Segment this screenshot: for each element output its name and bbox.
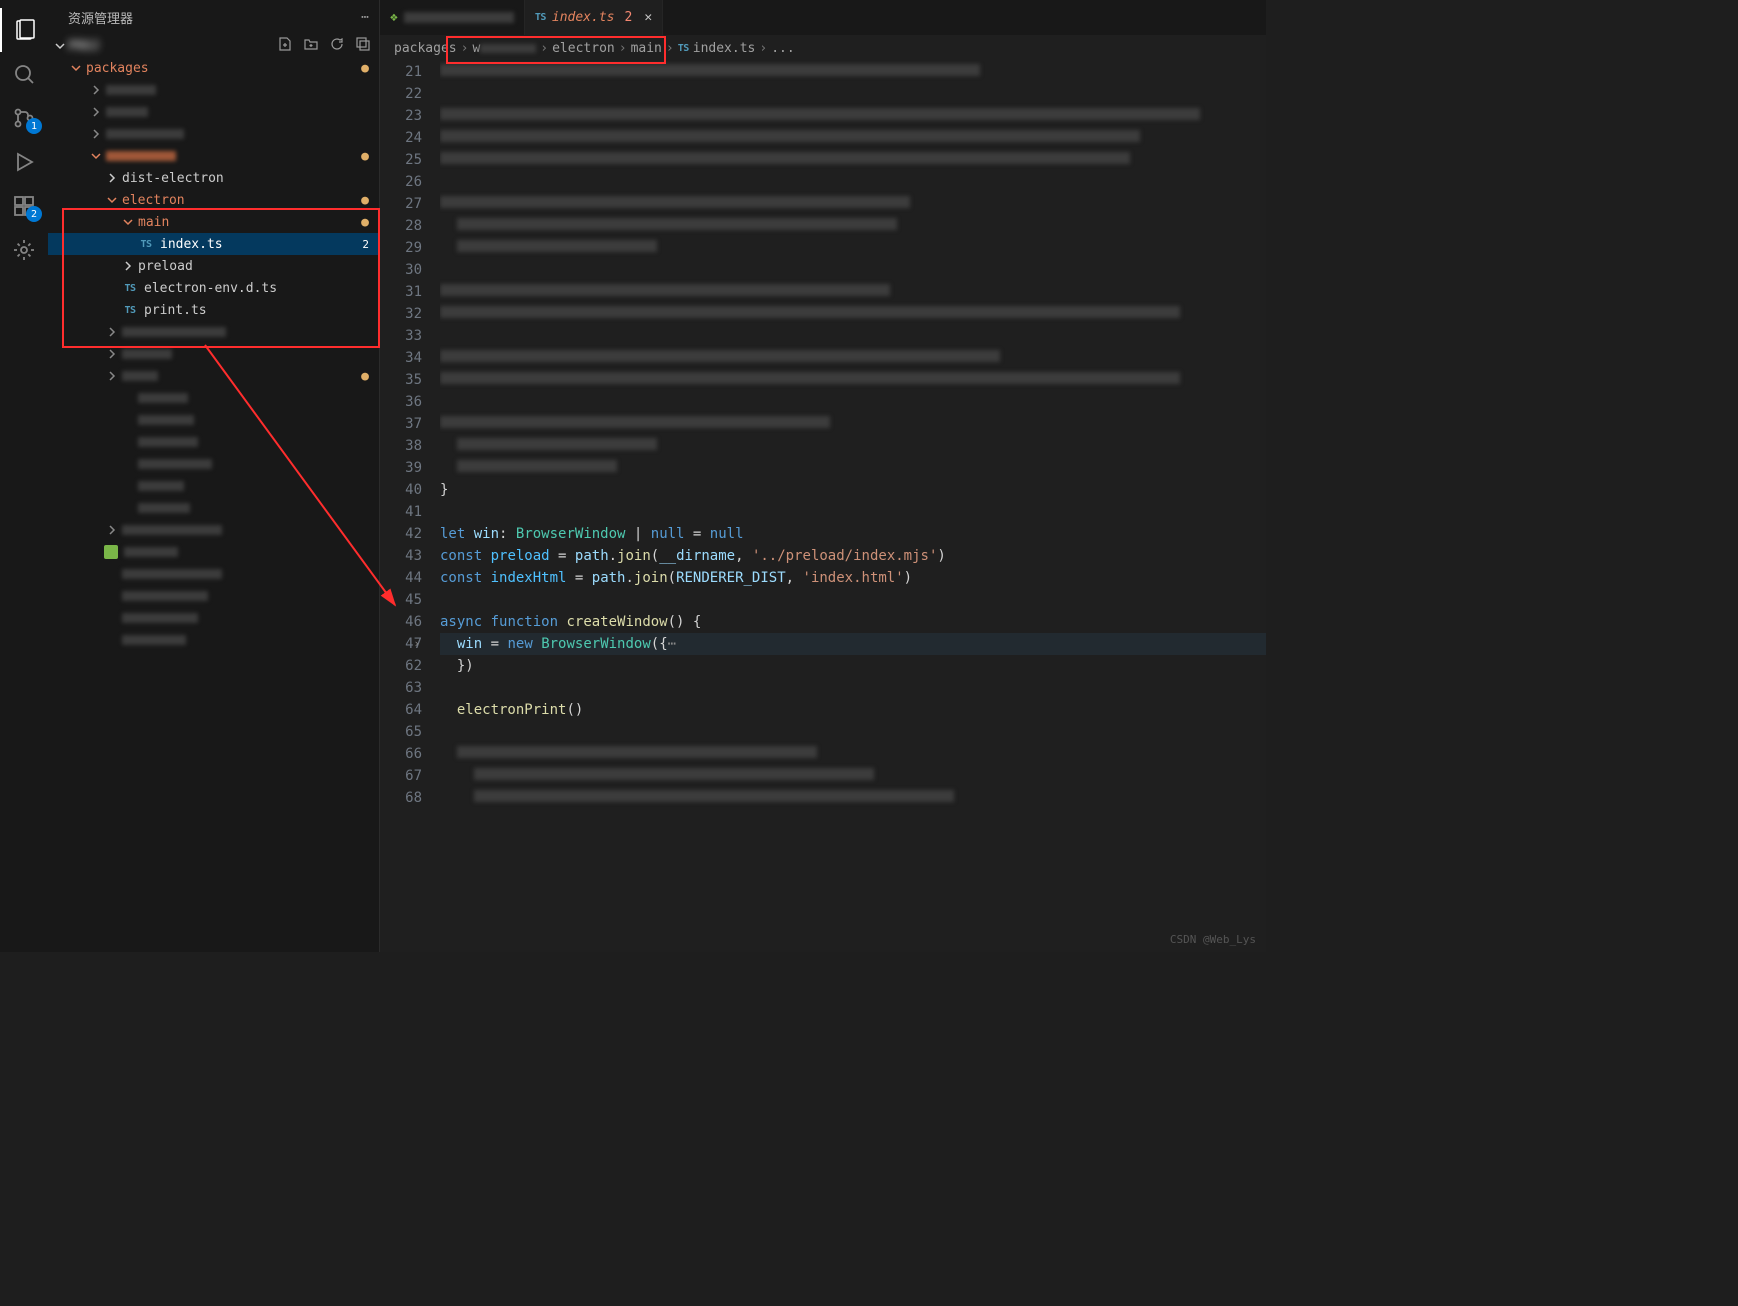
explorer-title: 资源管理器 <box>68 8 133 27</box>
tree-item-blur[interactable] <box>48 475 379 497</box>
modified-dot: ● <box>361 193 369 208</box>
folder-dist-electron[interactable]: dist-electron <box>48 167 379 189</box>
tree-item-blur[interactable] <box>48 607 379 629</box>
file-index-ts[interactable]: TS index.ts 2 <box>48 233 379 255</box>
tree-item-blur[interactable] <box>48 541 379 563</box>
chevron-right-icon: › <box>759 41 767 56</box>
chevron-down-icon <box>104 192 120 208</box>
chevron-down-icon <box>120 214 136 230</box>
modified-dot: ● <box>361 61 369 76</box>
explorer-icon[interactable] <box>0 8 48 52</box>
chevron-right-icon: › <box>540 41 548 56</box>
chevron-down-icon <box>52 38 68 54</box>
tree-item-blur[interactable] <box>48 629 379 651</box>
run-debug-icon[interactable] <box>0 140 48 184</box>
sidebar: 资源管理器 ⋯ PROJ packages ● ● <box>48 0 380 952</box>
file-electron-env[interactable]: TS electron-env.d.ts <box>48 277 379 299</box>
chevron-right-icon <box>120 258 136 274</box>
tree-item-blur[interactable] <box>48 79 379 101</box>
chevron-right-icon: › <box>666 41 674 56</box>
source-control-icon[interactable]: 1 <box>0 96 48 140</box>
typescript-icon: TS <box>138 236 154 252</box>
chevron-right-icon <box>104 170 120 186</box>
breadcrumb-item[interactable]: electron <box>552 41 615 56</box>
line-gutter: 2122232425 2627282930 3132333435 3637383… <box>380 61 440 952</box>
breadcrumb-item[interactable]: w <box>472 41 536 56</box>
breadcrumb-item[interactable]: packages <box>394 41 457 56</box>
problems-count: 2 <box>625 10 633 25</box>
breadcrumbs[interactable]: packages › w › electron › main › TS inde… <box>380 35 1266 61</box>
breadcrumb-item[interactable]: index.ts <box>693 41 756 56</box>
tree-item-blur[interactable] <box>48 563 379 585</box>
code-editor[interactable]: 2122232425 2627282930 3132333435 3637383… <box>380 61 1266 952</box>
chevron-right-icon: › <box>461 41 469 56</box>
typescript-icon: TS <box>122 302 138 318</box>
tree-item-blur[interactable] <box>48 387 379 409</box>
tree-item-blur[interactable] <box>48 321 379 343</box>
typescript-icon: TS <box>678 43 689 54</box>
extensions-icon[interactable]: 2 <box>0 184 48 228</box>
tree-item-blur[interactable] <box>48 431 379 453</box>
editor-tabs: ❖ TS index.ts 2 ✕ <box>380 0 1266 35</box>
fold-icon[interactable]: › <box>413 633 420 655</box>
breadcrumb-more[interactable]: ... <box>771 41 794 56</box>
tree-item-blur[interactable] <box>48 101 379 123</box>
folder-electron[interactable]: electron ● <box>48 189 379 211</box>
tree-item-blur[interactable] <box>48 123 379 145</box>
breadcrumb-item[interactable]: main <box>631 41 662 56</box>
new-file-icon[interactable] <box>277 36 293 56</box>
tree-item-blur[interactable]: ● <box>48 145 379 167</box>
extensions-badge: 2 <box>26 206 42 222</box>
chevron-down-icon <box>68 60 84 76</box>
tab-hidden[interactable]: ❖ <box>380 0 525 35</box>
refresh-icon[interactable] <box>329 36 345 56</box>
scm-badge: 1 <box>26 118 42 134</box>
tree-item-blur[interactable] <box>48 343 379 365</box>
project-name: PROJ <box>68 39 113 54</box>
tree-item-blur[interactable] <box>48 453 379 475</box>
packages-label: packages <box>86 61 149 76</box>
collapse-icon[interactable] <box>355 36 371 56</box>
activity-bar: 1 2 <box>0 0 48 952</box>
folder-preload[interactable]: preload <box>48 255 379 277</box>
tree-item-blur[interactable] <box>48 519 379 541</box>
problems-count: 2 <box>362 238 369 251</box>
folder-main[interactable]: main ● <box>48 211 379 233</box>
modified-dot: ● <box>361 215 369 230</box>
tree-item-blur[interactable] <box>48 585 379 607</box>
chevron-right-icon: › <box>619 41 627 56</box>
close-icon[interactable]: ✕ <box>644 10 652 25</box>
code-lines[interactable]: } let win: BrowserWindow | null = null c… <box>440 61 1266 952</box>
file-print-ts[interactable]: TS print.ts <box>48 299 379 321</box>
editor-area: ❖ TS index.ts 2 ✕ packages › w › electro… <box>380 0 1266 952</box>
tree-item-blur[interactable]: ● <box>48 365 379 387</box>
remote-icon[interactable] <box>0 228 48 272</box>
more-icon[interactable]: ⋯ <box>361 10 369 25</box>
typescript-icon: TS <box>535 12 546 23</box>
tree-item-blur[interactable] <box>48 497 379 519</box>
project-section[interactable]: PROJ <box>48 35 379 57</box>
sidebar-title: 资源管理器 ⋯ <box>48 0 379 35</box>
tree-item-blur[interactable] <box>48 409 379 431</box>
tab-label: index.ts <box>552 10 615 25</box>
search-icon[interactable] <box>0 52 48 96</box>
folder-packages[interactable]: packages ● <box>48 57 379 79</box>
watermark: CSDN @Web_Lys <box>1170 933 1256 946</box>
file-tree: packages ● ● dist-electron electron ● ma… <box>48 57 379 952</box>
typescript-icon: TS <box>122 280 138 296</box>
new-folder-icon[interactable] <box>303 36 319 56</box>
tab-index-ts[interactable]: TS index.ts 2 ✕ <box>525 0 663 35</box>
